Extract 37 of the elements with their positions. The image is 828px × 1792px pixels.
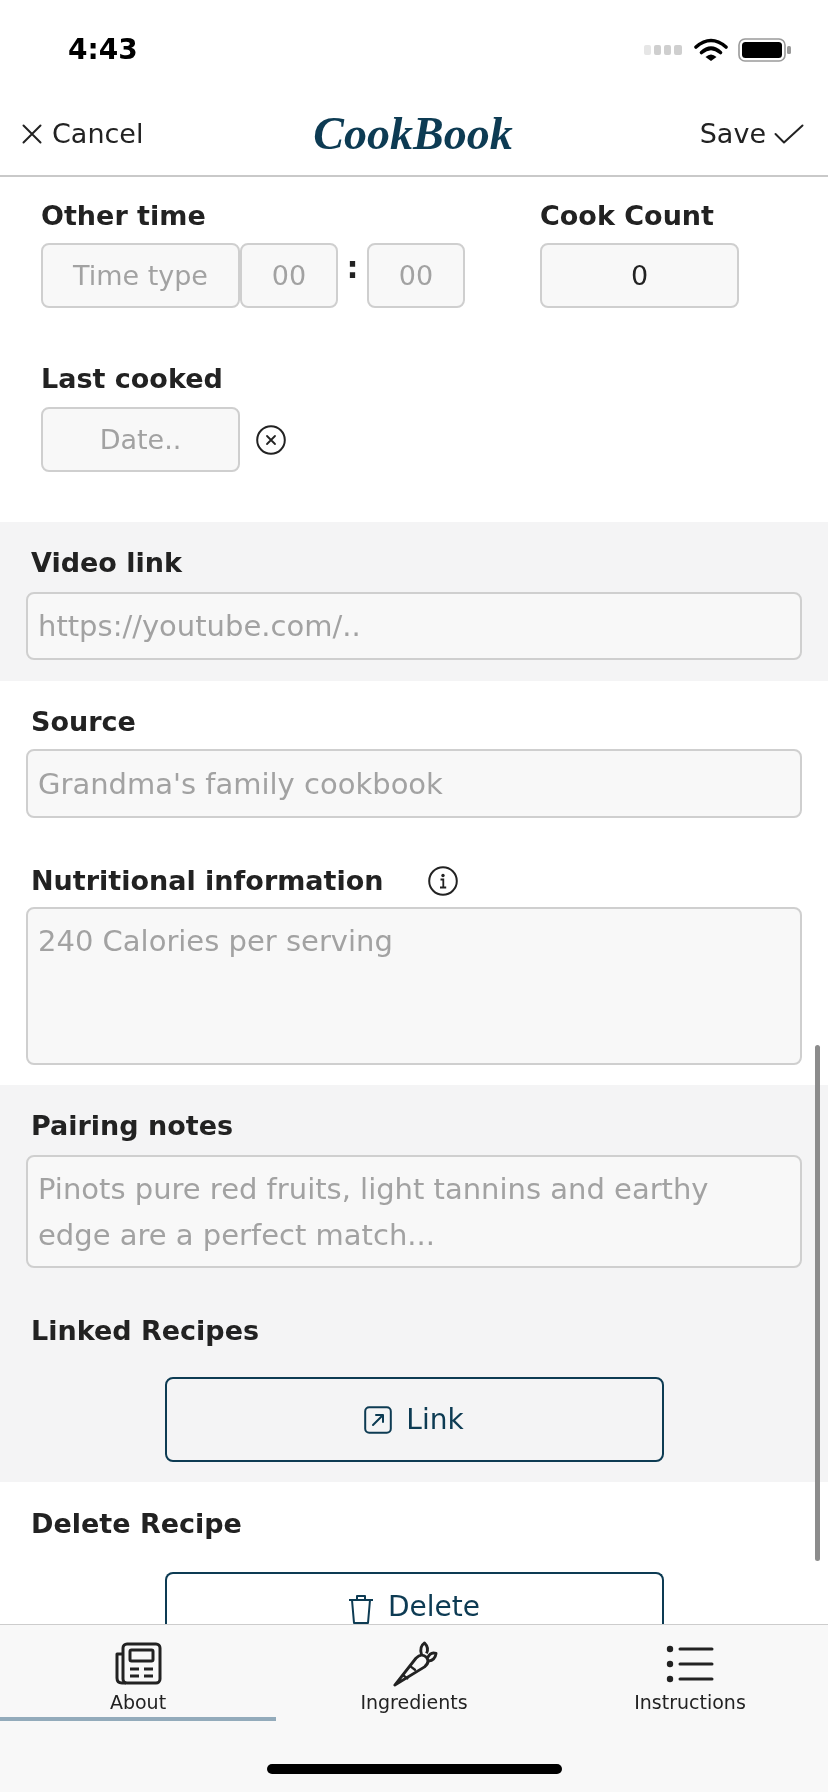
field-label: Source: [31, 705, 136, 739]
time-type-field[interactable]: Time type: [41, 243, 240, 308]
status-time: 4:43: [68, 32, 138, 68]
field-label: Pairing notes: [31, 1109, 234, 1143]
close-icon: [22, 123, 42, 144]
hours-field[interactable]: 00: [240, 243, 338, 308]
tab[interactable]: Ingredients: [276, 1625, 552, 1721]
newspaper-icon: [114, 1641, 162, 1687]
video-link-field[interactable]: https://youtube.com/..: [26, 592, 802, 660]
field-label: Other time: [41, 199, 206, 233]
clear-icon[interactable]: [256, 424, 286, 455]
field-label: Last cooked: [41, 362, 223, 396]
delete-button[interactable]: Delete: [164, 1572, 664, 1624]
save-button[interactable]: Save: [699, 116, 804, 151]
pairing-notes-field[interactable]: Pinots pure red fruits, light tannins and earthy edge are a perfect match...: [26, 1155, 802, 1268]
battery-icon: [738, 38, 792, 62]
cook-count-field[interactable]: 0: [540, 243, 739, 308]
tab[interactable]: Instructions: [552, 1625, 828, 1721]
trash-icon: [348, 1594, 374, 1624]
source-field[interactable]: Grandma's family cookbook: [26, 749, 802, 818]
time-separator: :: [345, 250, 360, 285]
field-label: Cook Count: [540, 199, 714, 233]
field-label: Linked Recipes: [31, 1314, 260, 1348]
date-field[interactable]: Date..: [41, 407, 240, 472]
link-button[interactable]: Link: [164, 1377, 664, 1462]
field-label: Video link: [31, 546, 182, 580]
nutrition-field[interactable]: 240 Calories per serving: [26, 907, 802, 1065]
info-icon[interactable]: [428, 866, 459, 896]
field-label: Delete Recipe: [31, 1507, 242, 1541]
wifi-icon: [694, 38, 728, 62]
signal-icon: [644, 45, 682, 55]
cancel-button[interactable]: Cancel: [22, 116, 144, 151]
tab[interactable]: About: [0, 1625, 276, 1721]
app-logo: CookBook: [313, 106, 513, 161]
minutes-field[interactable]: 00: [367, 243, 465, 308]
field-label: Nutritional information: [31, 864, 384, 898]
checkmark-icon: [774, 123, 804, 144]
